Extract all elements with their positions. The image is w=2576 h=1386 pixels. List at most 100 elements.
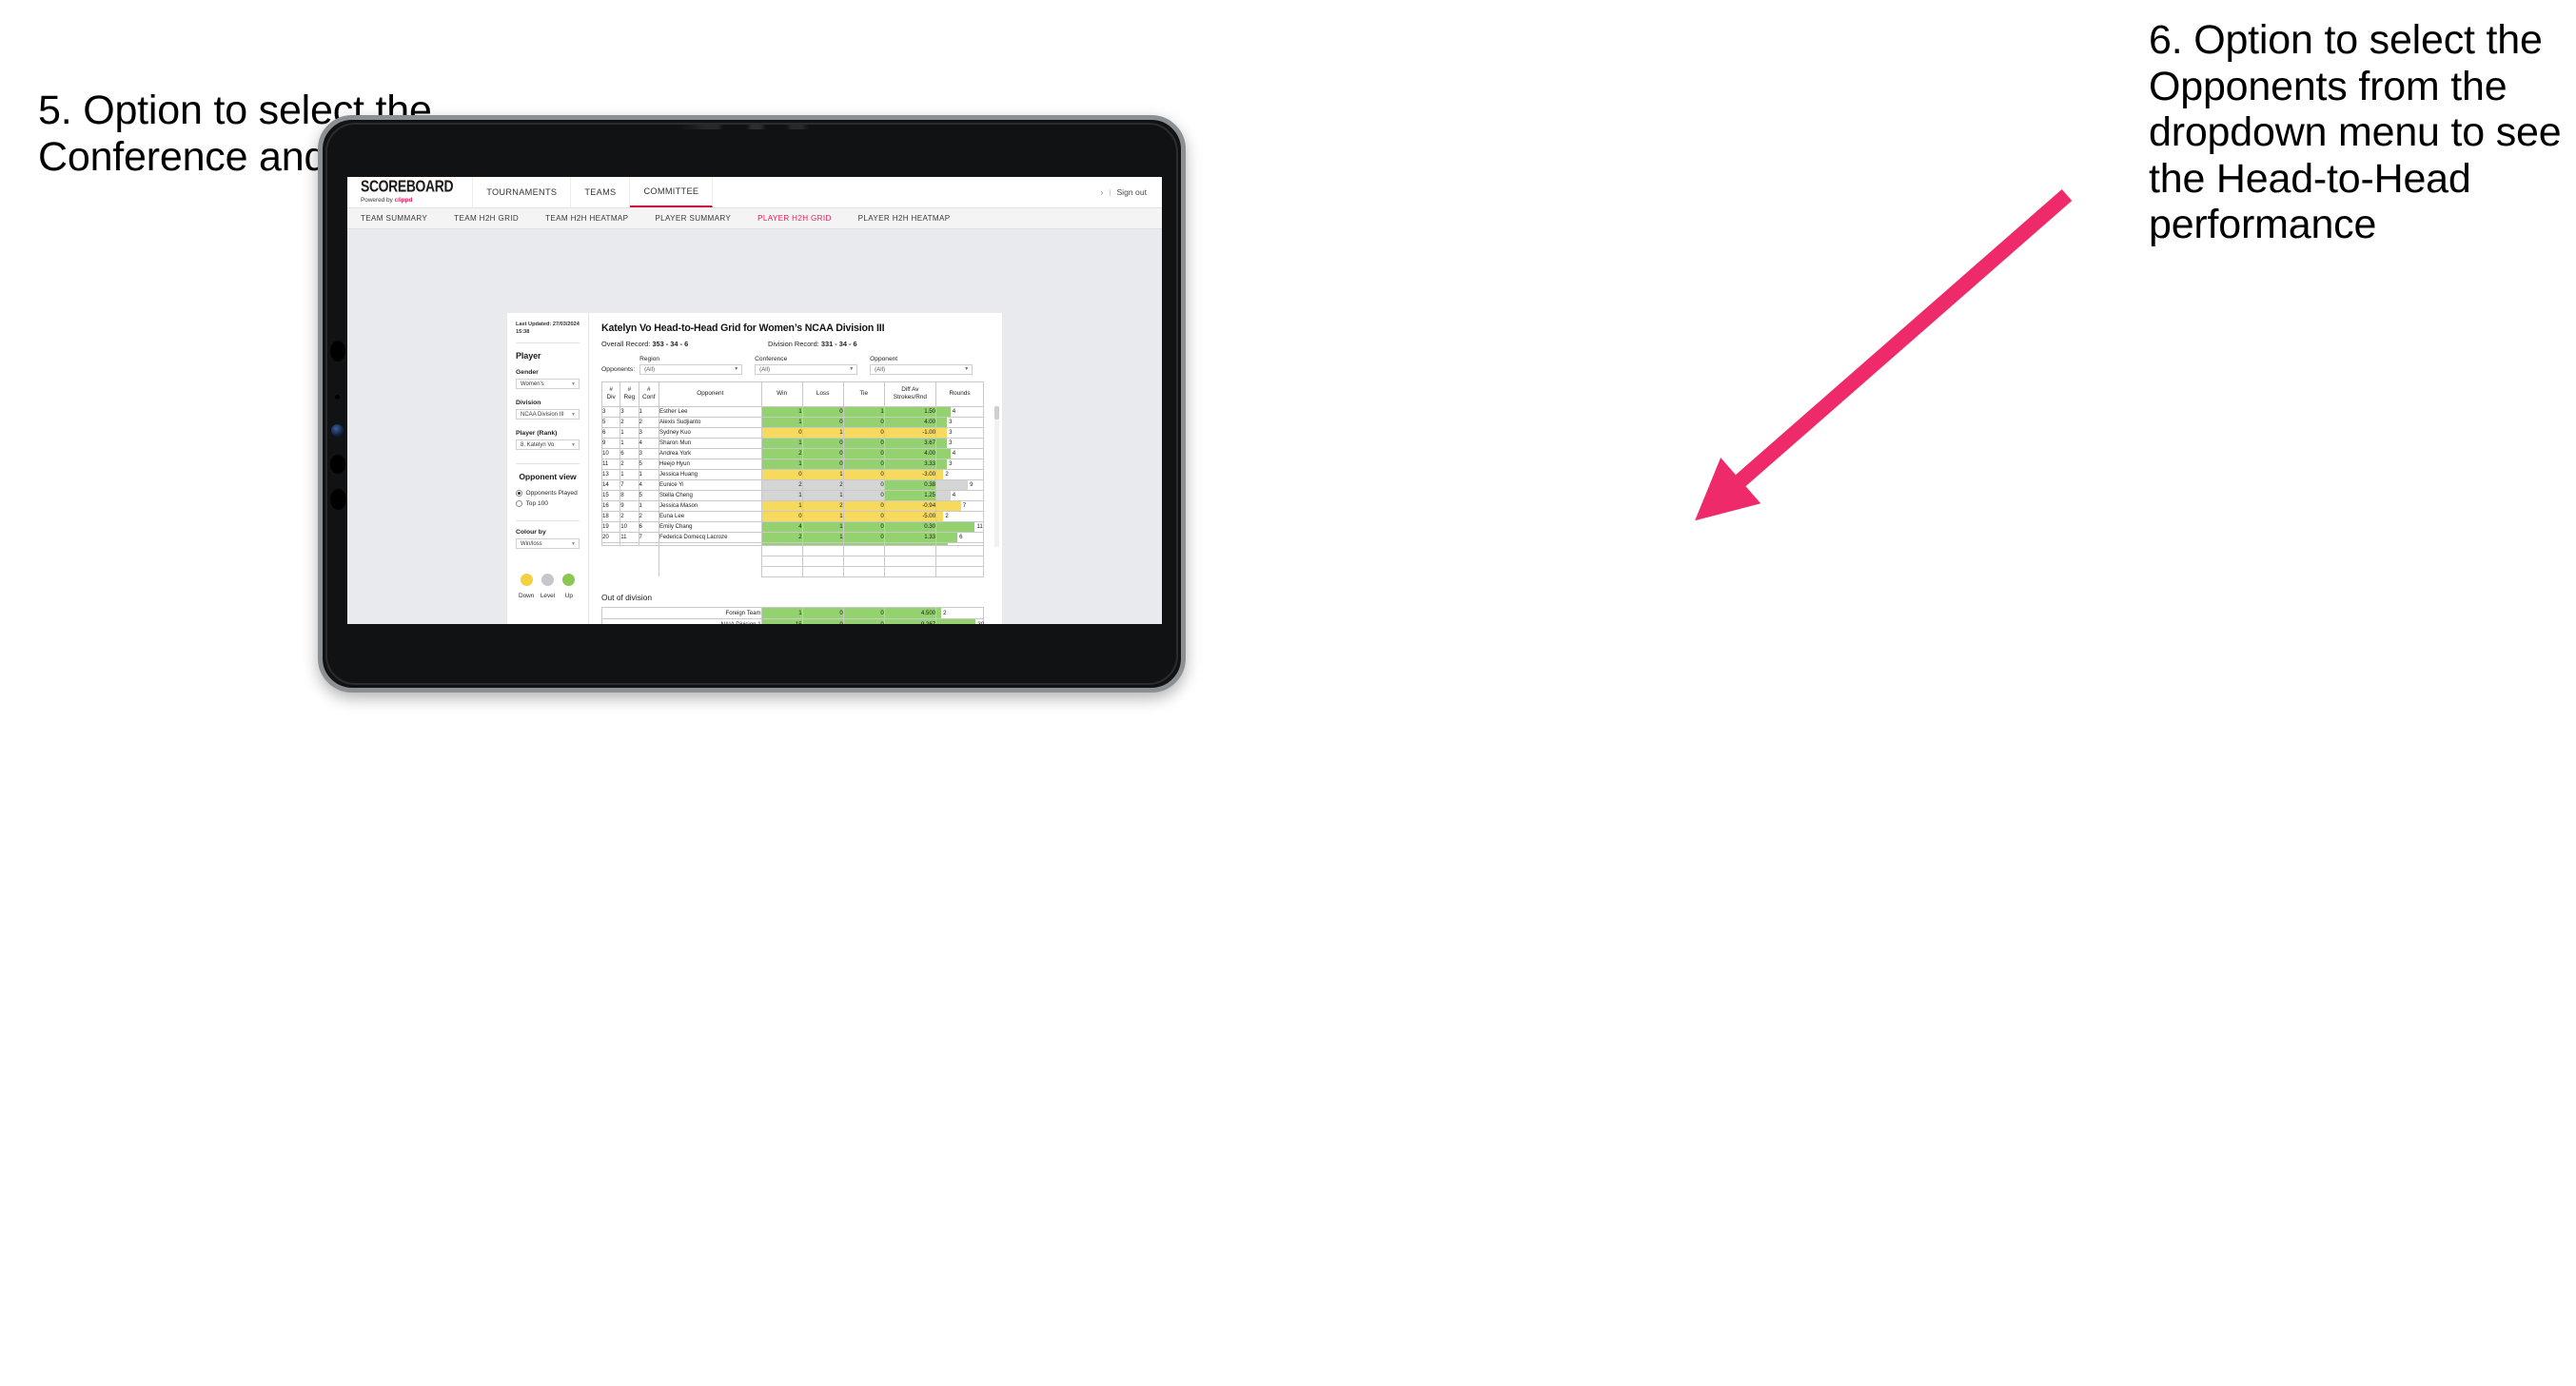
cell-win: 0 (760, 426, 803, 439)
division-select[interactable]: NCAA Division III ▼ (516, 409, 580, 420)
player-rank-label: Player (Rank) (516, 430, 558, 438)
table-row[interactable]: 3 3 1 Esther Lee 1 0 1 1.50 4 (600, 405, 984, 418)
table-row[interactable]: 6 1 3 Sydney Kuo 0 1 0 -1.00 3 (600, 426, 984, 439)
tablet-bezel-dot (330, 489, 346, 510)
cell-tie: 0 (842, 489, 885, 501)
chevron-down-icon: ▼ (571, 411, 576, 418)
subtab-team-h2h-grid[interactable]: TEAM H2H GRID (454, 214, 534, 223)
radio-top-100[interactable]: Top 100 (516, 500, 580, 507)
table-row[interactable]: NAIA Division 1 15 0 0 9.267 30 (601, 617, 984, 624)
cell-clipped (935, 541, 984, 546)
cell-empty (639, 545, 659, 556)
opponent-filter: Opponent (All) ▼ (870, 356, 973, 375)
chevron-down-icon: ▼ (849, 366, 855, 373)
col-reg-l2: Reg (623, 394, 636, 400)
sub-navigation: TEAM SUMMARY TEAM H2H GRID TEAM H2H HEAT… (347, 208, 1162, 229)
chevron-right-icon[interactable]: › (1101, 188, 1104, 197)
table-row[interactable]: 9 1 4 Sharon Mun 1 0 0 3.67 3 (600, 437, 984, 449)
top-tab-committee[interactable]: COMMITTEE (630, 177, 714, 207)
cell-reg: 6 (619, 447, 639, 459)
rounds-bar (936, 618, 976, 624)
cell-win: 0 (760, 510, 803, 522)
opponent-filter-label: Opponent (870, 356, 898, 362)
col-diff-l2: Strokes/Rnd (893, 394, 927, 400)
radio-label: Opponents Played (525, 490, 578, 498)
cell-opponent: Stella Cheng (659, 489, 762, 501)
table-row[interactable]: 14 7 4 Eunice Yi 2 2 0 0.38 9 (600, 478, 984, 491)
cell-reg: 3 (619, 405, 639, 418)
cell-win: 0 (760, 468, 803, 480)
cell-empty (935, 555, 984, 567)
subtab-player-h2h-grid[interactable]: PLAYER H2H GRID (757, 214, 847, 223)
page-title: Katelyn Vo Head-to-Head Grid for Women’s… (601, 322, 885, 334)
table-row[interactable]: Foreign Team 1 0 0 4.500 2 (601, 606, 984, 619)
table-row[interactable]: 18 2 2 Euna Lee 0 1 0 -5.00 2 (600, 510, 984, 522)
conference-filter: Conference (All) ▼ (755, 356, 858, 375)
cell-empty (883, 555, 937, 567)
cell-div: 18 (600, 510, 621, 522)
sign-out-link[interactable]: Sign out (1116, 187, 1147, 197)
cell-reg: 8 (619, 489, 639, 501)
cell-rounds: 3 (935, 458, 984, 470)
subtab-team-h2h-heatmap[interactable]: TEAM H2H HEATMAP (545, 214, 643, 223)
table-row[interactable]: 19 10 6 Emily Chang 4 1 0 0.30 11 (600, 520, 984, 533)
cell-diff: -5.00 (883, 510, 937, 522)
cell-reg: 2 (619, 416, 639, 428)
cell-loss: 1 (801, 510, 844, 522)
subtab-player-summary[interactable]: PLAYER SUMMARY (655, 214, 746, 223)
cell-loss: 0 (801, 458, 844, 470)
cell-rounds: 2 (935, 606, 984, 619)
division-record-label: Division Record: (768, 340, 819, 348)
cell-name: NAIA Division 1 (601, 617, 762, 624)
opponent-select[interactable]: (All) ▼ (870, 364, 973, 375)
radio-opponents-played[interactable]: Opponents Played (516, 490, 580, 497)
top-tab-teams[interactable]: TEAMS (571, 177, 631, 207)
player-rank-select[interactable]: 8. Katelyn Vo ▼ (516, 439, 580, 451)
radio-icon-selected (516, 490, 522, 497)
scrollbar-thumb[interactable] (994, 405, 999, 420)
colour-by-select[interactable]: Win/loss ▼ (516, 538, 580, 550)
table-row[interactable]: 10 6 3 Andrea York 2 0 0 4.00 4 (600, 447, 984, 459)
cell-rounds: 11 (935, 520, 984, 533)
subtab-team-summary[interactable]: TEAM SUMMARY (361, 214, 442, 223)
cell-diff: 3.67 (883, 437, 937, 449)
brand-logo[interactable]: SCOREBOARD Powered by clippd (347, 177, 474, 207)
rounds-bar (936, 459, 948, 469)
workbook-card: Last Updated: 27/03/2024 15:38 Player Ge… (507, 313, 1002, 624)
cell-diff: 3.33 (883, 458, 937, 470)
header-separator: | (1109, 187, 1111, 197)
cell-empty (883, 544, 937, 556)
table-row[interactable]: 20 11 7 Federica Domecq Lacroze 2 1 0 1.33 6 (600, 531, 984, 543)
cell-reg: 2 (619, 510, 639, 522)
cell-loss: 2 (801, 478, 844, 491)
col-diff-l1: Diff Av (901, 386, 919, 393)
conference-select[interactable]: (All) ▼ (755, 364, 858, 375)
cell-tie: 0 (842, 510, 885, 522)
chevron-down-icon: ▼ (734, 366, 739, 373)
division-record-value: 331 - 34 - 6 (820, 340, 857, 348)
cell-win: 4 (760, 520, 803, 533)
chevron-down-icon: ▼ (571, 381, 576, 387)
subtab-player-h2h-heatmap[interactable]: PLAYER H2H HEATMAP (858, 214, 966, 223)
region-select[interactable]: (All) ▼ (639, 364, 743, 375)
col-conf-l1: # (646, 386, 651, 393)
table-row-empty (601, 555, 984, 567)
cell-empty (639, 556, 659, 566)
division-label: Division (516, 400, 541, 407)
cell-empty (935, 544, 984, 556)
app-header: SCOREBOARD Powered by clippd TOURNAMENTS… (347, 177, 1162, 208)
table-row[interactable]: 15 8 5 Stella Cheng 1 1 0 1.25 4 (600, 489, 984, 501)
cell-reg: 1 (619, 426, 639, 439)
cell-loss: 2 (801, 499, 844, 512)
top-tab-tournaments[interactable]: TOURNAMENTS (473, 177, 572, 207)
cell-opponent: Sydney Kuo (659, 426, 762, 439)
cell-rounds: 2 (935, 510, 984, 522)
gender-select[interactable]: Women’s ▼ (516, 379, 580, 390)
table-row[interactable]: 11 2 5 Heejo Hyun 1 0 0 3.33 3 (600, 458, 984, 470)
grid-vertical-scrollbar[interactable] (994, 405, 999, 547)
col-loss: Loss (801, 381, 844, 407)
table-row[interactable]: 5 2 2 Alexis Sudjianto 1 0 0 4.00 3 (600, 416, 984, 428)
table-row[interactable]: 16 9 1 Jessica Mason 1 2 0 -0.94 7 (600, 499, 984, 512)
cell-reg: 10 (619, 520, 639, 533)
table-row[interactable]: 13 1 1 Jessica Huang 0 1 0 -3.00 2 (600, 468, 984, 480)
